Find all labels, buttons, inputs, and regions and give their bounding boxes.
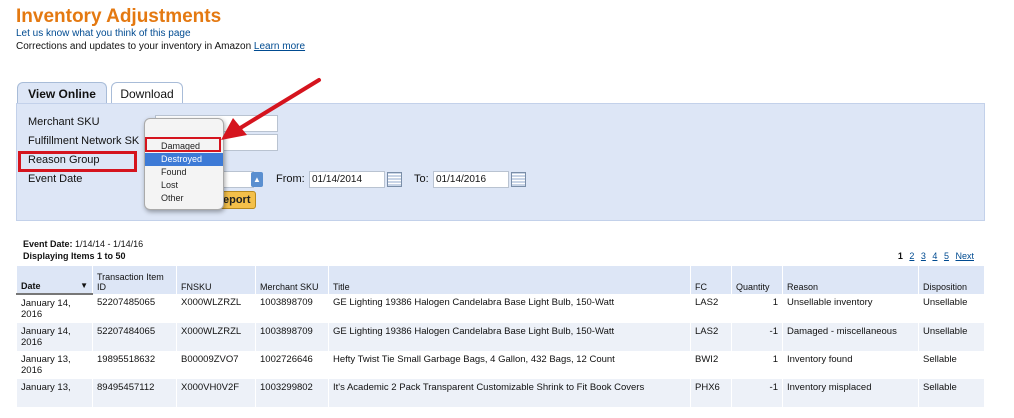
cell-date: January 13, [16,379,93,407]
damaged-highlight-box [145,137,221,152]
sort-down-icon[interactable]: ▼︎ [80,281,88,290]
column-header-date[interactable]: Date ▼︎ [16,266,93,295]
cell-fc: PHX6 [690,379,732,407]
cell-title: GE Lighting 19386 Halogen Candelabra Bas… [328,294,691,323]
event-date-range: Event Date: 1/14/14 - 1/14/16 [23,239,143,249]
calendar-icon[interactable] [511,172,526,187]
dropdown-option-found[interactable]: Found [145,166,223,179]
table-row: January 14, 2016 52207484065 X000WLZRZL … [16,323,984,351]
cell-disposition: Sellable [918,379,984,407]
cell-quantity: 1 [731,294,783,323]
to-date-input[interactable]: 01/14/2016 [433,171,509,188]
feedback-link[interactable]: Let us know what you think of this page [16,28,191,39]
column-header-fnsku[interactable]: FNSKU [176,266,256,294]
column-header-fc[interactable]: FC [690,266,732,294]
page-5[interactable]: 5 [944,251,949,261]
table-row: January 14, 2016 52207485065 X000WLZRZL … [16,294,984,323]
from-date-input[interactable]: 01/14/2014 [309,171,385,188]
table-row: January 13, 89495457112 X000VH0V2F 10032… [16,379,984,407]
column-header-disposition[interactable]: Disposition [918,266,984,294]
page-4[interactable]: 4 [932,251,937,261]
merchant-sku-label: Merchant SKU [28,116,100,128]
cell-merchant-sku: 1002726646 [255,351,329,379]
cell-fnsku: X000WLZRZL [176,323,256,351]
cell-transaction: 52207485065 [92,294,177,323]
table-row: January 13, 2016 19895518632 B00009ZVO7 … [16,351,984,379]
cell-merchant-sku: 1003299802 [255,379,329,407]
page-description: Corrections and updates to your inventor… [16,41,305,52]
cell-date: January 14, 2016 [16,323,93,351]
event-date-label: Event Date [28,173,83,185]
page-2[interactable]: 2 [909,251,914,261]
cell-fnsku: B00009ZVO7 [176,351,256,379]
cell-title: It's Academic 2 Pack Transparent Customi… [328,379,691,407]
cell-transaction: 52207484065 [92,323,177,351]
annotation-arrow-icon [221,78,321,140]
cell-disposition: Unsellable [918,294,984,323]
column-header-merchant-sku[interactable]: Merchant SKU [255,266,329,294]
cell-merchant-sku: 1003898709 [255,323,329,351]
column-header-quantity[interactable]: Quantity [731,266,783,294]
cell-fc: BWI2 [690,351,732,379]
pagination: 1 2 3 4 5 Next [894,251,974,261]
cell-transaction: 19895518632 [92,351,177,379]
next-page-link[interactable]: Next [955,251,974,261]
cell-fc: LAS2 [690,323,732,351]
cell-title: Hefty Twist Tie Small Garbage Bags, 4 Ga… [328,351,691,379]
tab-download[interactable]: Download [111,82,183,105]
select-arrow-icon[interactable]: ▲︎ [251,172,263,187]
adjustments-table: Date ▼︎ Transaction Item ID FNSKU Mercha… [16,266,984,407]
cell-reason: Inventory found [782,351,919,379]
displaying-count: Displaying Items 1 to 50 [23,251,126,261]
table-header-row: Date ▼︎ Transaction Item ID FNSKU Mercha… [16,266,984,295]
column-header-date-label: Date [21,281,41,291]
column-header-transaction[interactable]: Transaction Item ID [92,266,177,294]
dropdown-option-other[interactable]: Other [145,192,223,205]
column-header-title[interactable]: Title [328,266,691,294]
page-title: Inventory Adjustments [16,6,222,27]
cell-fnsku: X000WLZRZL [176,294,256,323]
cell-quantity: -1 [731,323,783,351]
cell-quantity: 1 [731,351,783,379]
cell-quantity: -1 [731,379,783,407]
cell-reason: Unsellable inventory [782,294,919,323]
reason-group-dropdown[interactable]: Damaged Destroyed Found Lost Other [144,118,224,210]
cell-merchant-sku: 1003898709 [255,294,329,323]
event-date-range-value: 1/14/14 - 1/14/16 [75,239,144,249]
reason-group-highlight-box [18,151,137,172]
cell-disposition: Sellable [918,351,984,379]
dropdown-option-destroyed[interactable]: Destroyed [145,153,223,166]
cell-reason: Damaged - miscellaneous [782,323,919,351]
calendar-icon[interactable] [387,172,402,187]
cell-date: January 13, 2016 [16,351,93,379]
event-date-range-label: Event Date: [23,239,73,249]
learn-more-link[interactable]: Learn more [254,41,305,52]
description-text: Corrections and updates to your inventor… [16,41,252,52]
cell-transaction: 89495457112 [92,379,177,407]
column-header-reason[interactable]: Reason [782,266,919,294]
dropdown-option-lost[interactable]: Lost [145,179,223,192]
cell-reason: Inventory misplaced [782,379,919,407]
page-3[interactable]: 3 [921,251,926,261]
from-label: From: [276,173,305,185]
cell-fnsku: X000VH0V2F [176,379,256,407]
fnsku-label: Fulfillment Network SK [28,135,140,147]
to-label: To: [414,173,429,185]
cell-date: January 14, 2016 [16,294,93,323]
page-1[interactable]: 1 [898,251,903,261]
cell-fc: LAS2 [690,294,732,323]
cell-disposition: Unsellable [918,323,984,351]
cell-title: GE Lighting 19386 Halogen Candelabra Bas… [328,323,691,351]
